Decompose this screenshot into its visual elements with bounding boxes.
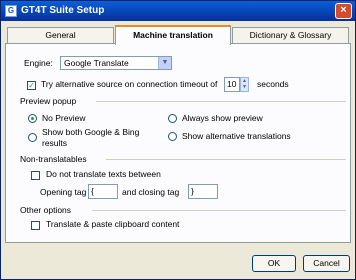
app-icon: G <box>5 5 17 17</box>
cancel-button[interactable]: Cancel <box>303 255 350 272</box>
opening-tag-input[interactable]: { <box>88 184 118 199</box>
tab-machine-translation[interactable]: Machine translation <box>115 25 231 45</box>
engine-select[interactable]: Google Translate ▼ <box>60 56 172 70</box>
title-bar[interactable]: G GT4T Suite Setup × <box>1 1 355 21</box>
tab-general[interactable]: General <box>7 27 114 43</box>
other-options-heading: Other options <box>20 205 72 215</box>
engine-value: Google Translate <box>64 58 129 68</box>
do-not-translate-label: Do not translate texts between <box>46 169 161 179</box>
divider <box>92 210 346 211</box>
do-not-translate-checkbox[interactable] <box>31 171 40 180</box>
no-preview-label: No Preview <box>42 113 86 123</box>
timeout-input[interactable]: 10 <box>224 77 240 92</box>
window-title: GT4T Suite Setup <box>21 5 105 16</box>
show-both-label-2: results <box>42 138 68 148</box>
non-translatables-heading: Non-translatables <box>20 154 87 164</box>
preview-popup-heading: Preview popup <box>20 96 77 106</box>
no-preview-radio[interactable] <box>28 114 37 123</box>
timeout-unit: seconds <box>257 79 289 89</box>
chevron-down-icon[interactable]: ▼ <box>158 57 171 69</box>
divider <box>106 159 346 160</box>
radio-selected-dot <box>31 117 34 120</box>
opening-tag-label: Opening tag <box>40 187 87 197</box>
alt-source-checkbox[interactable]: ✓ <box>27 81 36 90</box>
show-alternative-label: Show alternative translations <box>182 131 291 141</box>
show-both-radio[interactable] <box>28 133 37 142</box>
always-show-label: Always show preview <box>182 113 263 123</box>
close-button[interactable]: × <box>335 3 352 19</box>
ok-button[interactable]: OK <box>252 255 296 272</box>
always-show-radio[interactable] <box>168 114 177 123</box>
show-both-label-1: Show both Google & Bing <box>42 127 140 137</box>
closing-tag-input[interactable]: } <box>188 184 218 199</box>
divider <box>96 101 346 102</box>
tab-dictionary-glossary[interactable]: Dictionary & Glossary <box>232 27 349 43</box>
tab-panel: Engine: Google Translate ▼ ✓ Try alterna… <box>5 43 351 243</box>
translate-paste-label: Translate & paste clipboard content <box>46 219 180 229</box>
alt-source-label: Try alternative source on connection tim… <box>41 79 218 89</box>
translate-paste-checkbox[interactable] <box>31 221 40 230</box>
timeout-spinner[interactable]: ▲ ▼ <box>240 77 249 92</box>
spin-down-icon[interactable]: ▼ <box>241 84 248 90</box>
show-alternative-radio[interactable] <box>168 132 177 141</box>
setup-dialog: G GT4T Suite Setup × General Machine tra… <box>0 0 356 280</box>
closing-tag-label: and closing tag <box>122 187 180 197</box>
checkmark-icon: ✓ <box>28 81 35 90</box>
engine-label: Engine: <box>24 58 53 68</box>
